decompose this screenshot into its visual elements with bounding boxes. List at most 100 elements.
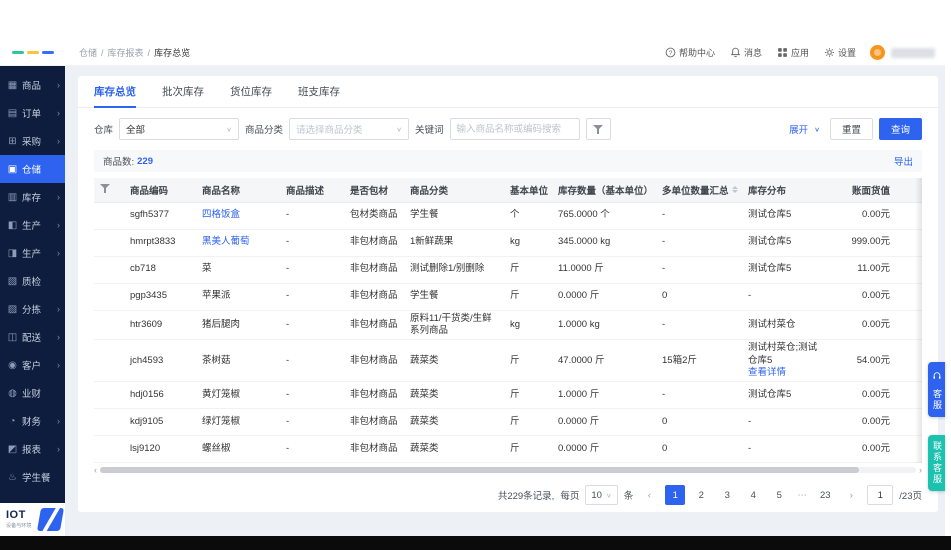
topbar: 仓储 / 库存报表 / 库存总览 ? 帮助中心 消息 应用 设置 [0, 40, 945, 66]
sidebar-item-production2[interactable]: ◨ 生产 › [0, 239, 65, 267]
page-button-2[interactable]: 2 [691, 485, 711, 505]
topbar-action-settings[interactable]: 设置 [824, 46, 856, 59]
iot-logo[interactable]: IOT 设备与环境 [0, 503, 65, 536]
cell-qty: 0.0000 斤 [552, 283, 656, 311]
floating-badge-service[interactable]: 客服 [928, 362, 945, 417]
keyword-input[interactable] [449, 118, 580, 140]
page-button-5[interactable]: 5 [769, 485, 789, 505]
product-name-link[interactable]: 四格饭盒 [202, 209, 240, 220]
tab-location[interactable]: 货位库存 [230, 76, 272, 108]
sidebar-item-orders[interactable]: ▤ 订单 › [0, 99, 65, 127]
page-button-4[interactable]: 4 [743, 485, 763, 505]
sidebar-menu: ▦ 商品 › ▤ 订单 › ⊞ 采购 › ▣ 仓储 ▥ 库存 › ◧ 生产 › ◨ 生产 › ▧ 质检 ▨ 分拣 › ◫ 配送 › ◉ 客… [0, 66, 65, 491]
chevron-right-icon: › [57, 192, 60, 202]
topbar-action-message[interactable]: 消息 [730, 46, 762, 59]
scrollbar-track[interactable] [100, 467, 916, 474]
sidebar-item-warehouse[interactable]: ▣ 仓储 [0, 155, 65, 183]
cell-pack: 非包材商品 [344, 339, 404, 383]
scroll-right-icon[interactable]: › [919, 465, 922, 475]
sidebar-item-customers[interactable]: ◉ 客户 › [0, 351, 65, 379]
avatar[interactable] [870, 45, 885, 60]
sidebar-item-label: 采购 [22, 137, 42, 148]
purchase-icon: ⊞ [8, 135, 17, 147]
category-select[interactable]: 请选择商品分类 ∨ [289, 118, 410, 140]
help-icon: ? [665, 47, 676, 58]
column-header-label: 商品描述 [286, 185, 325, 197]
table-scroll-area[interactable]: 商品编码 商品名称 商品描述 是否包材 商品分类 基本单位 库存数量（基本单位） 多单位数量汇… [94, 178, 922, 464]
cell-cat: 原料11/干货类/生鲜系列商品 [404, 310, 504, 341]
sidebar-item-purchase[interactable]: ⊞ 采购 › [0, 127, 65, 155]
column-header-content: 账面货值 [852, 183, 890, 197]
topbar-action-help[interactable]: ? 帮助中心 [665, 46, 715, 59]
sidebar-item-goods[interactable]: ▦ 商品 › [0, 71, 65, 99]
production-icon: ◧ [7, 219, 18, 231]
reset-button[interactable]: 重置 [829, 118, 873, 140]
brand-logo [0, 51, 65, 54]
page-button-3[interactable]: 3 [717, 485, 737, 505]
cell-pack: 包材类商品 [344, 202, 404, 230]
horizontal-scrollbar[interactable]: ‹ › [94, 465, 922, 475]
sidebar-item-bizfinance[interactable]: ◍ 业财 [0, 379, 65, 407]
table-row: sgfh5377 四格饭盒 - 包材类商品 学生餐个 765.0000 个 - 测试仓库5 0.… [94, 202, 922, 230]
search-button[interactable]: 查询 [878, 118, 922, 140]
breadcrumb-item[interactable]: 仓储 [79, 46, 97, 59]
sidebar-item-label: 财务 [22, 417, 42, 428]
scroll-left-icon[interactable]: ‹ [94, 465, 97, 475]
bizfinance-icon: ◍ [8, 387, 17, 399]
expand-link[interactable]: 展开 ∨ [789, 122, 820, 136]
page-button-23[interactable]: 23 [815, 485, 835, 505]
filter-bar: 仓库 全部 ∨ 商品分类 请选择商品分类 ∨ 关键词 展开 ∨ [78, 108, 938, 148]
scrollbar-thumb[interactable] [100, 467, 859, 474]
sidebar-item-production[interactable]: ◧ 生产 › [0, 211, 65, 239]
warehouse-label: 仓库 [94, 125, 114, 136]
table-row: jch4593 茶树菇 - 非包材商品 蔬菜类斤 47.0000 斤 15箱2斤 测试村菜仓;… [94, 339, 922, 383]
sidebar-item-quality[interactable]: ▧ 质检 [0, 267, 65, 295]
next-page-button[interactable]: › [841, 485, 861, 505]
cell-desc: - [280, 408, 344, 437]
cell-value: 0.00元 [828, 202, 896, 230]
sidebar-item-reports[interactable]: ◩ 报表 › [0, 435, 65, 463]
topbar-action-apps[interactable]: 应用 [777, 46, 809, 59]
view-detail-link[interactable]: 查看详情 [748, 367, 822, 379]
export-link[interactable]: 导出 [894, 154, 913, 168]
tab-branch[interactable]: 班支库存 [298, 76, 340, 108]
page-jump-input[interactable] [867, 485, 894, 506]
cell-multi: 15箱2斤 [656, 339, 742, 383]
floating-badges: 客服 联系客服 [928, 362, 945, 491]
logo-dash-icon [26, 51, 39, 54]
product-name-link[interactable]: 黑美人葡萄 [202, 236, 250, 247]
floating-badge-contact[interactable]: 联系客服 [928, 435, 945, 491]
cell-select [94, 202, 124, 230]
warehouse-select[interactable]: 全部 ∨ [119, 118, 240, 140]
per-page-select[interactable]: 10 ∨ [585, 485, 618, 506]
orders-icon: ▤ [7, 107, 18, 119]
column-settings-header[interactable] [94, 178, 124, 203]
tab-overview[interactable]: 库存总览 [94, 76, 136, 108]
sidebar-item-inventory[interactable]: ▥ 库存 › [0, 183, 65, 211]
sidebar-item-studentmeal[interactable]: ♨ 学生餐 [0, 463, 65, 491]
cell-qty: 0.0000 斤 [552, 408, 656, 437]
column-header-qty[interactable]: 库存数量（基本单位） [552, 178, 656, 203]
sidebar-item-sorting[interactable]: ▨ 分拣 › [0, 295, 65, 323]
table-row: htr3609 猪后腿肉 - 非包材商品 原料11/干货类/生鲜系列商品 kg 1.0000… [94, 310, 922, 341]
sidebar-item-finance[interactable]: ◔ 财务 › [0, 407, 65, 435]
chevron-right-icon: › [57, 444, 60, 454]
cell-cat: 蔬菜类 [404, 339, 504, 383]
column-header-label: 是否包材 [350, 185, 389, 197]
column-header-multi[interactable]: 多单位数量汇总 [656, 178, 742, 203]
column-header-content: 多单位数量汇总 [662, 183, 738, 197]
advanced-filter-button[interactable] [585, 118, 611, 140]
cell-name: 绿灯笼椒 [196, 408, 280, 437]
column-header-label: 商品分类 [410, 185, 449, 197]
tab-batch[interactable]: 批次库存 [162, 76, 204, 108]
prev-page-button[interactable]: ‹ [639, 485, 659, 505]
page-button-1[interactable]: 1 [665, 485, 686, 506]
breadcrumb-item[interactable]: 库存报表 [108, 46, 144, 59]
table-row: lsj9120螺丝椒-非包材商品蔬菜类斤0.0000 斤0-0.00元0.00元 [94, 435, 922, 464]
cell-dist: - [742, 283, 828, 311]
warehouse-select-value: 全部 [126, 125, 146, 136]
sort-carets-icon[interactable] [731, 186, 738, 194]
cell-cat: 学生餐 [404, 283, 504, 311]
sidebar-item-delivery[interactable]: ◫ 配送 › [0, 323, 65, 351]
iot-title: IOT [6, 508, 26, 521]
